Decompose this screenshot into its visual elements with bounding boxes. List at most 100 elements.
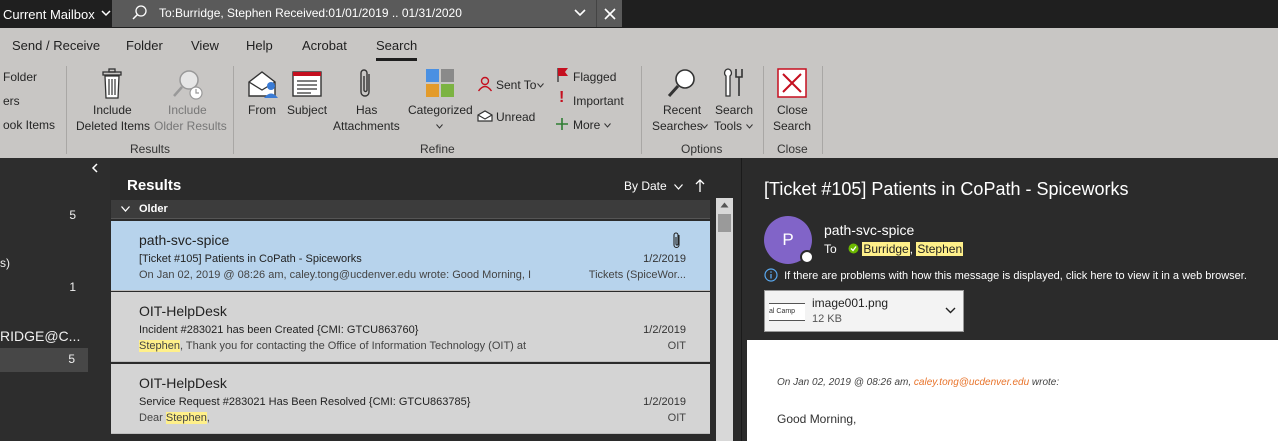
message-folder: OIT: [667, 340, 686, 352]
search-tools-label-2: Tools: [714, 119, 743, 133]
subject-label: Subject: [287, 103, 328, 117]
info-icon: [764, 268, 778, 282]
flag-icon: [557, 68, 568, 82]
recipient-line: To Burridge, Stephen: [824, 242, 964, 256]
attachment-name: image001.png: [812, 296, 889, 310]
to-label: To: [824, 242, 837, 256]
search-input[interactable]: To:Burridge, Stephen Received:01/01/2019…: [112, 0, 596, 27]
sent-to-label: Sent To: [496, 78, 537, 92]
message-subject-title: [Ticket #105] Patients in CoPath - Spice…: [764, 179, 1129, 199]
recipient-first-name[interactable]: Stephen: [916, 242, 964, 256]
info-text: If there are problems with how this mess…: [784, 270, 1247, 282]
sort-label: By Date: [624, 179, 667, 193]
message-date: 1/2/2019: [643, 396, 686, 408]
magnifier-clock-icon: [173, 70, 203, 100]
chevron-down-icon[interactable]: [574, 8, 586, 18]
message-preview: On Jan 02, 2019 @ 08:26 am, caley.tong@u…: [139, 269, 532, 281]
tab-search[interactable]: Search: [376, 38, 418, 61]
close-icon: [603, 7, 616, 20]
chevron-down-icon[interactable]: [945, 307, 956, 314]
scope-all-outlook-items[interactable]: ook Items: [3, 118, 55, 132]
results-scrollbar[interactable]: [716, 198, 733, 441]
sort-direction-icon[interactable]: [695, 179, 705, 193]
message-from: OIT-HelpDesk: [139, 303, 227, 319]
chevron-down-icon: [436, 124, 443, 129]
chevron-down-icon: [101, 9, 111, 20]
recipient-last-name[interactable]: Burridge: [862, 242, 910, 256]
scope-subfolders[interactable]: ers: [3, 94, 20, 108]
folder-item-selected[interactable]: 5: [0, 348, 88, 372]
email-link[interactable]: caley.tong@ucdenver.edu: [914, 377, 1029, 388]
ribbon-tabs: Send / Receive Folder View Help Acrobat …: [0, 28, 1278, 62]
attachment-card[interactable]: al Camp image001.png 12 KB: [764, 290, 964, 332]
body-greeting: Good Morning,: [777, 412, 857, 426]
search-icon: [132, 5, 147, 20]
search-scope-dropdown[interactable]: Current Mailbox: [0, 0, 112, 28]
chevron-down-icon: [604, 123, 611, 128]
search-scope-label: Current Mailbox: [3, 6, 95, 22]
presence-status-icon: [800, 250, 814, 264]
message-row[interactable]: OIT-HelpDesk Service Request #283021 Has…: [111, 364, 710, 434]
message-folder: OIT: [667, 412, 686, 424]
tab-help[interactable]: Help: [246, 38, 273, 53]
sort-dropdown[interactable]: By Date: [624, 179, 683, 193]
tab-folder[interactable]: Folder: [126, 38, 163, 53]
message-folder: Tickets (SpiceWor...: [588, 269, 686, 281]
categories-icon: [426, 69, 454, 97]
message-subject: [Ticket #105] Patients in CoPath - Spice…: [139, 253, 362, 265]
avatar-initial: P: [782, 230, 794, 249]
preview-text: , Thank you for contacting the Office of…: [179, 340, 527, 352]
info-bar[interactable]: If there are problems with how this mess…: [764, 268, 1247, 282]
scrollbar-thumb[interactable]: [718, 214, 731, 232]
sender-name[interactable]: path-svc-spice: [824, 222, 914, 238]
unread-label: Unread: [496, 110, 536, 124]
close-box-icon: [777, 68, 807, 98]
envelope-person-icon: [248, 71, 278, 98]
scope-current-folder[interactable]: Folder: [3, 70, 37, 84]
chevron-down-icon: [746, 124, 753, 129]
message-row[interactable]: OIT-HelpDesk Incident #283021 has been C…: [111, 292, 710, 362]
trash-icon: [102, 68, 122, 99]
tab-send-receive[interactable]: Send / Receive: [12, 38, 100, 53]
chevron-down-icon: [701, 124, 708, 129]
close-search-label-1: Close: [777, 103, 808, 117]
folder-count: 5: [69, 208, 76, 222]
tab-view[interactable]: View: [191, 38, 219, 53]
has-attachments-label-1: Has: [356, 103, 378, 117]
collapse-pane-icon[interactable]: [91, 163, 99, 173]
scroll-up-icon[interactable]: [720, 202, 729, 208]
plus-icon: [556, 118, 568, 130]
group-header-older[interactable]: Older: [111, 200, 710, 219]
open-envelope-icon: [477, 110, 493, 122]
close-search-label-2: Search: [773, 119, 812, 133]
message-preview: Dear Stephen,: [139, 412, 559, 424]
search-bar: Current Mailbox To:Burridge, Stephen Rec…: [0, 0, 1278, 28]
message-date: 1/2/2019: [643, 253, 686, 265]
results-list: Results By Date Older path-svc-spice [Ti…: [111, 158, 739, 441]
quote-suffix: wrote:: [1029, 377, 1060, 388]
clear-search-button[interactable]: [596, 0, 622, 27]
group-separator: [641, 66, 642, 154]
refine-group-label: Refine: [420, 142, 455, 156]
tools-icon: [723, 68, 743, 97]
group-separator: [233, 66, 234, 154]
folder-count: 5: [68, 352, 75, 366]
flagged-label: Flagged: [573, 70, 617, 84]
paperclip-icon: [673, 232, 680, 249]
chevron-down-icon: [537, 83, 544, 88]
message-subject: Incident #283021 has been Created {CMI: …: [139, 324, 419, 336]
include-older-label-1: Include: [168, 103, 207, 117]
magnifier-icon: [667, 69, 695, 98]
options-group-label: Options: [681, 142, 723, 156]
folder-label: s): [0, 256, 10, 270]
ribbon: Folder ers ook Items Include Deleted Ite…: [0, 62, 1278, 158]
recent-searches-label-1: Recent: [663, 103, 702, 117]
important-label: Important: [573, 94, 624, 108]
tab-acrobat[interactable]: Acrobat: [302, 38, 347, 53]
group-separator: [822, 66, 823, 154]
message-row[interactable]: path-svc-spice [Ticket #105] Patients in…: [111, 221, 710, 291]
categorized-label: Categorized: [408, 103, 473, 117]
attachment-size: 12 KB: [812, 313, 842, 325]
search-highlight: Stephen: [139, 340, 180, 352]
results-title: Results: [127, 177, 182, 194]
